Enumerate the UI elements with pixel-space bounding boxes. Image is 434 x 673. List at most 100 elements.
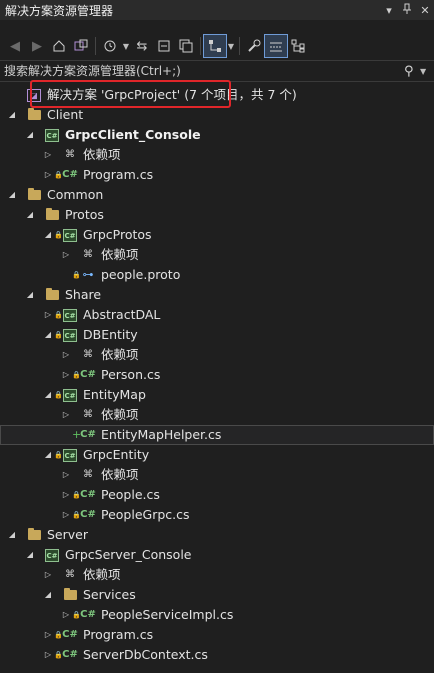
tree-item-label: Protos [65,207,104,222]
expanded-arrow-icon[interactable]: ◢ [6,105,18,125]
tree-item[interactable]: ▷ ⌘ 依赖项 [0,245,434,265]
expanded-arrow-icon[interactable]: ◢ [42,325,54,345]
tree-item-label: EntityMapHelper.cs [101,427,222,442]
tree-item[interactable]: 🔒 ⊶ people.proto [0,265,434,285]
show-all-files-icon[interactable] [203,34,227,58]
tree-item[interactable]: ▷ 🔒 C# PeopleGrpc.cs [0,505,434,525]
collapsed-arrow-icon[interactable]: ▷ [60,405,72,425]
tree-item[interactable]: ◢ Client [0,105,434,125]
tree-item[interactable]: ◪ 解决方案 'GrpcProject' (7 个项目，共 7 个) [0,85,434,105]
proto-file-icon: ⊶ [82,268,94,281]
tree-item[interactable]: ◢ Common [0,185,434,205]
tree-item[interactable]: ◢ C# GrpcServer_Console [0,545,434,565]
collapsed-arrow-icon[interactable]: ▷ [60,365,72,385]
toolbar-separator [239,37,240,55]
expanded-arrow-icon[interactable]: ◢ [42,585,54,605]
collapsed-arrow-icon[interactable]: ▷ [60,245,72,265]
tree-item-label: 依赖项 [101,467,139,482]
back-icon[interactable]: ◀ [4,35,26,57]
tree-item-label: 依赖项 [101,407,139,422]
sync-with-document-icon[interactable]: ⇆ [131,35,153,57]
tree-item-label: PeopleServiceImpl.cs [101,607,234,622]
tree-item-label: GrpcClient_Console [65,127,201,142]
tree-item[interactable]: ◢ Protos [0,205,434,225]
tree-item-label: 依赖项 [83,567,121,582]
collapsed-arrow-icon[interactable]: ▷ [42,145,54,165]
tree-item[interactable]: ▷ ⌘ 依赖项 [0,465,434,485]
expanded-arrow-icon[interactable]: ◢ [24,205,36,225]
lock-icon: 🔒 [54,171,63,179]
preview-selected-items-icon[interactable] [264,34,288,58]
lock-icon: 🔒 [72,271,81,279]
tree-item[interactable]: ◢ 🔒 C# DBEntity [0,325,434,345]
tree-item[interactable]: ▷ 🔒 C# PeopleServiceImpl.cs [0,605,434,625]
tree-item[interactable]: ◢ 🔒 C# GrpcProtos [0,225,434,245]
expanded-arrow-icon[interactable]: ◢ [42,385,54,405]
collapsed-arrow-icon[interactable]: ▷ [42,165,54,185]
pending-changes-filter-icon[interactable] [99,35,121,57]
home-icon[interactable] [48,35,70,57]
collapsed-arrow-icon[interactable]: ▷ [60,465,72,485]
lock-icon: 🔒 [54,331,63,339]
forward-icon[interactable]: ▶ [26,35,48,57]
toolbar-separator [200,37,201,55]
tree-item[interactable]: + C# EntityMapHelper.cs [0,425,434,445]
tree-item[interactable]: ◢ Services [0,585,434,605]
tree-item[interactable]: ◢ Share [0,285,434,305]
tree-item[interactable]: ▷ 🔒 C# AbstractDAL [0,305,434,325]
tree-item[interactable]: ◢ 🔒 C# EntityMap [0,385,434,405]
properties-wrench-icon[interactable] [243,35,265,57]
refresh-icon[interactable] [153,35,175,57]
expanded-arrow-icon[interactable]: ◢ [24,125,36,145]
search-input[interactable] [0,63,404,79]
lock-icon: 🔒 [72,611,81,619]
lock-icon: 🔒 [54,451,63,459]
tree-item[interactable]: ◢ C# GrpcClient_Console [0,125,434,145]
collapsed-arrow-icon[interactable]: ▷ [42,305,54,325]
expanded-arrow-icon[interactable]: ◢ [24,545,36,565]
expanded-arrow-icon[interactable]: ◢ [42,445,54,465]
tree-item-label: Common [47,187,104,202]
search-options-dropdown-icon[interactable]: ▼ [420,67,434,76]
tree-item[interactable]: ▷ ⌘ 依赖项 [0,345,434,365]
tree-item[interactable]: ▷ ⌘ 依赖项 [0,565,434,585]
expanded-arrow-icon[interactable]: ◢ [6,525,18,545]
tree-item[interactable]: ◢ 🔒 C# GrpcEntity [0,445,434,465]
tree-item-label: GrpcServer_Console [65,547,192,562]
tree-item[interactable]: ▷ ⌘ 依赖项 [0,145,434,165]
chevron-down-icon[interactable]: ▼ [121,42,131,51]
tree-item[interactable]: ▷ 🔒 C# Person.cs [0,365,434,385]
collapsed-arrow-icon[interactable]: ▷ [60,505,72,525]
close-icon[interactable]: ✕ [416,4,434,17]
tree-item-label: 依赖项 [83,147,121,162]
collapsed-arrow-icon[interactable]: ▷ [42,645,54,665]
tree-item[interactable]: ▷ 🔒 C# Program.cs [0,625,434,645]
tree-item[interactable]: ▷ 🔒 C# ServerDbContext.cs [0,645,434,665]
tree-item[interactable]: ▷ ⌘ 依赖项 [0,405,434,425]
tree-item[interactable]: ▷ 🔒 C# People.cs [0,485,434,505]
csharp-file-icon: C# [62,629,78,640]
collapsed-arrow-icon[interactable]: ▷ [42,625,54,645]
collapsed-arrow-icon[interactable]: ▷ [42,565,54,585]
folder-icon [26,188,42,202]
chevron-down-icon[interactable]: ▼ [226,42,236,51]
hierarchy-view-icon[interactable] [287,35,309,57]
lock-icon: 🔒 [72,371,81,379]
pin-icon[interactable] [398,3,416,18]
tree-item-label: Person.cs [101,367,161,382]
tree-item[interactable]: ▷ 🔒 C# Program.cs [0,165,434,185]
collapsed-arrow-icon[interactable]: ▷ [60,345,72,365]
csharp-project-icon: C# [62,388,78,402]
collapse-all-icon[interactable] [175,35,197,57]
solution-tree: ◪ 解决方案 'GrpcProject' (7 个项目，共 7 个) ◢ Client… [0,85,434,665]
collapsed-arrow-icon[interactable]: ▷ [60,485,72,505]
expanded-arrow-icon[interactable]: ◢ [42,225,54,245]
collapsed-arrow-icon[interactable]: ▷ [60,605,72,625]
expanded-arrow-icon[interactable]: ◢ [24,285,36,305]
search-icon[interactable]: ⚲ [404,64,420,79]
csharp-project-icon: C# [62,228,78,242]
expanded-arrow-icon[interactable]: ◢ [6,185,18,205]
switch-views-icon[interactable] [70,35,92,57]
window-position-dropdown-icon[interactable]: ▾ [380,4,398,17]
tree-item[interactable]: ◢ Server [0,525,434,545]
